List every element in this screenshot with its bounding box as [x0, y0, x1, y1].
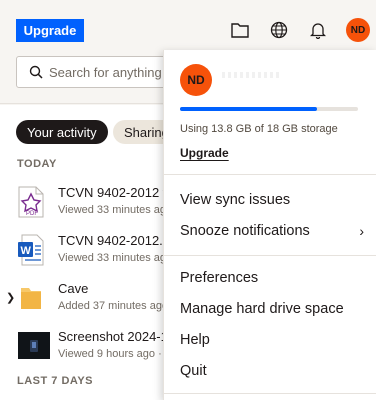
divider [164, 174, 376, 175]
file-meta: Added 37 minutes ago [58, 300, 169, 312]
menu-item-label: Quit [180, 363, 207, 379]
divider [164, 255, 376, 256]
redacted-name [222, 72, 282, 78]
menu-item-manage-hard-drive-space[interactable]: Manage hard drive space [180, 297, 370, 321]
chevron-right-icon: › [359, 223, 364, 239]
expand-chevron-icon[interactable]: ❯ [6, 291, 15, 304]
search-icon [29, 65, 43, 79]
tab-your-activity[interactable]: Your activity [16, 120, 108, 144]
upgrade-button[interactable]: Upgrade [16, 19, 84, 42]
section-last7-label: LAST 7 DAYS [17, 375, 94, 387]
menu-avatar: ND [180, 64, 212, 96]
image-thumbnail-icon [18, 330, 50, 362]
file-name: Screenshot 2024-1 [58, 329, 168, 344]
svg-text:PDF: PDF [26, 211, 38, 217]
svg-text:W: W [21, 245, 32, 257]
menu-item-quit[interactable]: Quit [180, 359, 370, 383]
folder-icon [18, 282, 48, 314]
menu-item-label: Manage hard drive space [180, 301, 344, 317]
file-meta: Viewed 33 minutes ag [58, 204, 167, 216]
account-avatar-button[interactable]: ND [346, 18, 370, 42]
menu-item-preferences[interactable]: Preferences [180, 266, 370, 290]
storage-progress-fill [180, 107, 317, 111]
menu-item-view-sync-issues[interactable]: View sync issues [180, 188, 370, 212]
globe-icon[interactable] [268, 19, 290, 41]
menu-item-label: Snooze notifications [180, 223, 310, 239]
file-meta: Viewed 9 hours ago · S [58, 348, 172, 360]
file-name: TCVN 9402-2012 th [58, 185, 174, 200]
storage-usage-text: Using 13.8 GB of 18 GB storage [180, 123, 338, 135]
bell-icon[interactable] [307, 19, 329, 41]
file-name: TCVN 9402-2012.d [58, 233, 171, 248]
storage-progress-bar [180, 107, 358, 111]
folder-icon[interactable] [229, 19, 251, 41]
file-name: Cave [58, 281, 89, 296]
word-file-icon: W [18, 234, 48, 266]
menu-item-label: View sync issues [180, 192, 291, 208]
menu-item-snooze-notifications[interactable]: Snooze notifications › [180, 219, 370, 243]
account-menu: ND Using 13.8 GB of 18 GB storage Upgrad… [163, 50, 376, 400]
divider [164, 393, 376, 394]
section-today-label: TODAY [17, 158, 57, 170]
menu-item-help[interactable]: Help [180, 328, 370, 352]
menu-item-label: Preferences [180, 270, 259, 286]
pdf-file-icon: PDF [18, 186, 48, 218]
file-meta-text: Viewed 9 hours ago · [58, 348, 165, 360]
menu-item-label: Help [180, 332, 210, 348]
menu-upgrade-link[interactable]: Upgrade [180, 146, 229, 160]
file-meta: Viewed 33 minutes ag [58, 252, 167, 264]
